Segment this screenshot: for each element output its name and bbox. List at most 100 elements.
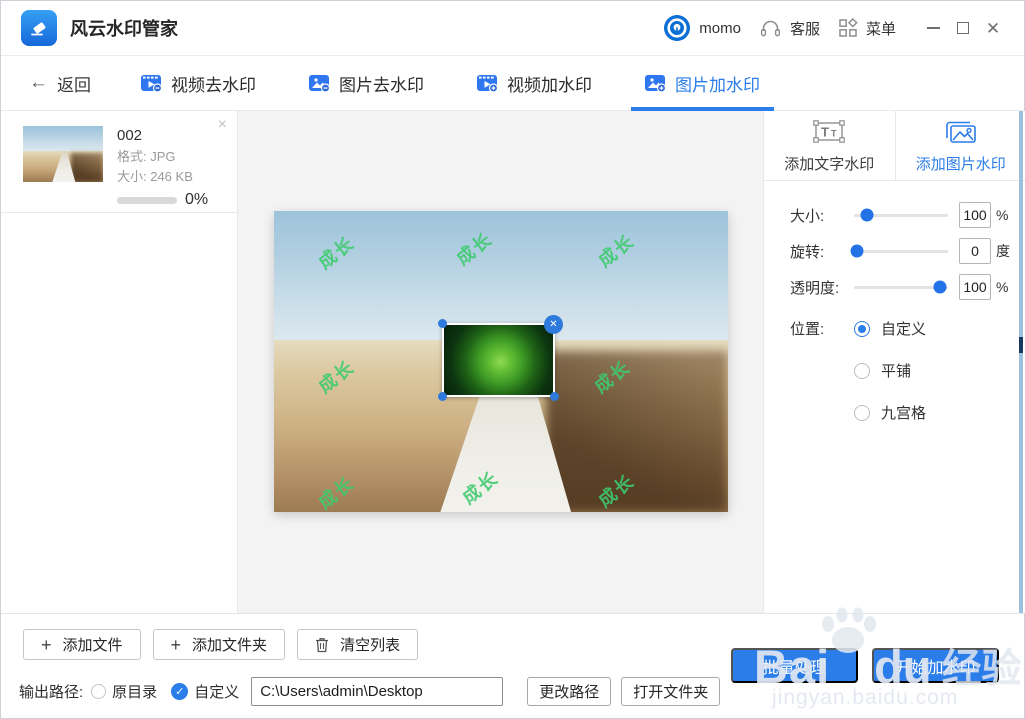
tab-add-image-watermark[interactable]: 添加图片水印 <box>896 111 1025 180</box>
check-custom-dir[interactable]: ✓ <box>171 683 189 700</box>
file-list-item[interactable]: 002 格式: JPG 大小: 246 KB 0% × <box>1 111 237 213</box>
clear-list-button[interactable]: 清空列表 <box>297 629 419 660</box>
opacity-value-input[interactable]: 100 <box>959 274 991 300</box>
username: momo <box>699 19 741 37</box>
resize-handle-bottom-right[interactable] <box>550 392 559 401</box>
trash-icon <box>316 637 329 652</box>
add-folder-button[interactable]: + 添加文件夹 <box>152 629 286 660</box>
change-path-button[interactable]: 更改路径 <box>527 677 612 706</box>
add-file-button[interactable]: + 添加文件 <box>23 629 141 660</box>
maximize-icon <box>957 22 969 34</box>
close-button[interactable]: ✕ <box>978 13 1008 43</box>
tab-label: 图片加水印 <box>675 75 760 95</box>
radio-icon <box>854 320 870 337</box>
vertical-scrollbar[interactable] <box>1019 111 1023 613</box>
remove-file-icon[interactable]: × <box>218 117 227 133</box>
resize-handle-bottom-left[interactable] <box>438 392 447 401</box>
image-remove-watermark-icon <box>309 74 330 92</box>
size-unit: % <box>996 207 1009 223</box>
image-add-watermark-icon <box>645 74 666 92</box>
footer: + 添加文件 + 添加文件夹 清空列表 批量处理 开始加水印 输出路径: 原目录… <box>1 607 1024 718</box>
output-path-label: 输出路径: <box>19 684 84 701</box>
file-name: 002 <box>117 127 143 144</box>
radio-tile[interactable]: 平铺 <box>854 360 926 381</box>
user-account[interactable]: momo <box>663 14 741 42</box>
output-path-row: 输出路径: 原目录 ✓ 自定义 更改路径 打开文件夹 <box>19 677 721 706</box>
image-watermark-icon <box>945 121 976 143</box>
app-logo-icon <box>21 10 57 46</box>
app-title: 风云水印管家 <box>70 19 178 39</box>
start-watermark-button[interactable]: 开始加水印 <box>872 648 999 683</box>
size-slider-thumb[interactable] <box>860 208 874 222</box>
custom-dir-label[interactable]: 自定义 <box>194 681 239 702</box>
window-controls: ✕ <box>918 13 1008 43</box>
scrollbar-thumb[interactable] <box>1019 337 1023 353</box>
add-folder-label: 添加文件夹 <box>192 637 268 654</box>
app-window: { "colors": { "accent": "#2b7de9", "wate… <box>0 0 1025 719</box>
image-watermark-selected[interactable]: ✕ <box>438 315 563 401</box>
file-thumbnail <box>23 126 103 182</box>
menu-label: 菜单 <box>865 20 896 38</box>
tab-video-add-watermark[interactable]: 视频加水印 <box>469 56 600 111</box>
watermark-settings-panel: T T 添加文字水印 添加图片水印 大小: 100 % 旋转: 0 度 透明度:… <box>763 111 1025 613</box>
menu-button[interactable]: 菜单 <box>838 18 896 39</box>
text-watermark-icon: T T <box>813 119 846 143</box>
open-folder-button[interactable]: 打开文件夹 <box>621 677 721 706</box>
output-path-input[interactable] <box>251 677 504 706</box>
radio-label: 自定义 <box>881 321 927 338</box>
maximize-button[interactable] <box>948 13 978 43</box>
tab-add-text-watermark[interactable]: T T 添加文字水印 <box>764 111 896 180</box>
preview-image[interactable]: 成长 成长 成长 成长 成长 成长 成长 成长 ✕ <box>274 211 728 512</box>
radio-icon <box>854 404 870 421</box>
file-list-panel: 002 格式: JPG 大小: 246 KB 0% × <box>1 111 238 613</box>
minimize-button[interactable] <box>918 13 948 43</box>
avatar <box>664 15 691 41</box>
size-value-input[interactable]: 100 <box>959 202 991 228</box>
opacity-label: 透明度: <box>790 279 840 297</box>
original-dir-label[interactable]: 原目录 <box>112 681 157 702</box>
size-slider-row: 大小: 100 % <box>790 197 1012 233</box>
titlebar: 风云水印管家 momo 客服 菜单 ✕ <box>1 1 1024 56</box>
tab-image-remove-watermark[interactable]: 图片去水印 <box>301 56 432 111</box>
position-label: 位置: <box>790 321 825 338</box>
rotate-value-input[interactable]: 0 <box>959 238 991 264</box>
plus-icon: + <box>170 634 182 655</box>
file-size: 大小: 246 KB <box>117 169 193 185</box>
progress-bar <box>117 196 177 204</box>
support-label: 客服 <box>789 20 820 38</box>
back-button[interactable]: ← 返回 <box>29 71 91 96</box>
resize-handle-top-left[interactable] <box>438 319 447 328</box>
opacity-unit: % <box>996 279 1009 295</box>
minimize-icon <box>926 27 940 29</box>
video-remove-watermark-icon <box>141 74 162 92</box>
rotate-slider-row: 旋转: 0 度 <box>790 233 1012 269</box>
size-slider[interactable] <box>854 208 948 222</box>
delete-watermark-icon[interactable]: ✕ <box>544 315 563 334</box>
radio-original-dir[interactable] <box>91 684 107 699</box>
tab-label: 视频加水印 <box>507 75 592 95</box>
radio-nine-grid[interactable]: 九宫格 <box>854 402 926 423</box>
tab-video-remove-watermark[interactable]: 视频去水印 <box>133 56 264 111</box>
size-label: 大小: <box>790 207 825 225</box>
opacity-slider[interactable] <box>854 280 948 294</box>
grid-menu-icon <box>839 18 858 37</box>
tab-image-add-watermark[interactable]: 图片加水印 <box>631 56 774 111</box>
plus-icon: + <box>41 634 52 655</box>
rotate-slider-thumb[interactable] <box>850 244 864 258</box>
support-button[interactable]: 客服 <box>759 18 820 39</box>
file-format: 格式: JPG <box>117 149 176 164</box>
close-icon: ✕ <box>985 18 1001 38</box>
opacity-slider-thumb[interactable] <box>933 280 947 294</box>
radio-custom-position[interactable]: 自定义 <box>854 318 926 339</box>
preview-area: 成长 成长 成长 成长 成长 成长 成长 成长 ✕ <box>238 111 763 613</box>
back-arrow-icon: ← <box>29 72 48 93</box>
opacity-slider-row: 透明度: 100 % <box>790 269 1012 305</box>
radio-label: 平铺 <box>881 363 912 380</box>
batch-process-button[interactable]: 批量处理 <box>731 648 858 683</box>
position-group: 位置: 自定义 平铺 九宫格 <box>790 317 1012 423</box>
panel-tab-label: 添加文字水印 <box>784 155 875 173</box>
rotate-slider[interactable] <box>850 244 948 258</box>
radio-icon <box>854 362 870 379</box>
clear-list-label: 清空列表 <box>340 637 401 654</box>
radio-label: 九宫格 <box>881 405 927 422</box>
